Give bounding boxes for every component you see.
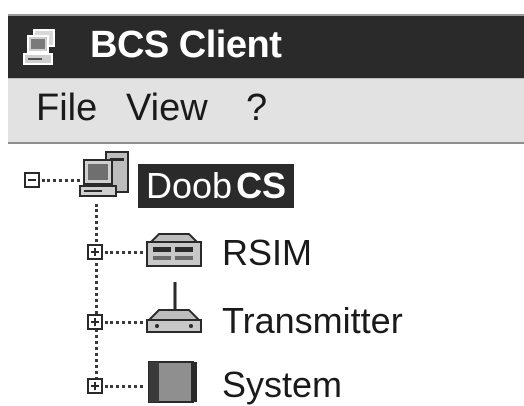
transmitter-expand-toggle[interactable] [87, 314, 103, 330]
tree-item-transmitter[interactable]: Transmitter [222, 300, 403, 342]
menu-file[interactable]: File [36, 87, 97, 130]
tree-vertical-connector [95, 204, 98, 386]
tree-connector [42, 179, 80, 182]
system-panel-icon [148, 361, 197, 403]
window-title: BCS Client [90, 24, 282, 66]
system-expand-toggle[interactable] [87, 378, 103, 394]
device-tree: Doob CS RSIM Transmitter System [0, 146, 524, 405]
app-computer-icon [23, 29, 55, 65]
root-name-part2: CS [236, 165, 287, 206]
rsim-device-icon [146, 233, 202, 267]
menu-help[interactable]: ? [246, 87, 267, 130]
tree-root-doobcs[interactable]: Doob CS [138, 164, 295, 208]
bcs-client-window: BCS Client File View ? Doob CS RSIM Tran… [0, 0, 524, 405]
tree-connector [105, 251, 143, 254]
tree-item-system[interactable]: System [222, 364, 342, 406]
menu-bar: File View ? [8, 78, 524, 144]
tree-connector [105, 385, 143, 388]
menu-view[interactable]: View [126, 87, 208, 130]
tree-item-rsim[interactable]: RSIM [222, 232, 312, 274]
transmitter-icon [146, 282, 202, 333]
tree-connector [105, 321, 143, 324]
rsim-expand-toggle[interactable] [87, 244, 103, 260]
server-computer-icon [79, 151, 129, 197]
top-edge [0, 0, 524, 14]
root-name-part1: Doob [146, 165, 233, 206]
root-collapse-toggle[interactable] [24, 172, 40, 188]
title-bar[interactable]: BCS Client [8, 14, 524, 78]
